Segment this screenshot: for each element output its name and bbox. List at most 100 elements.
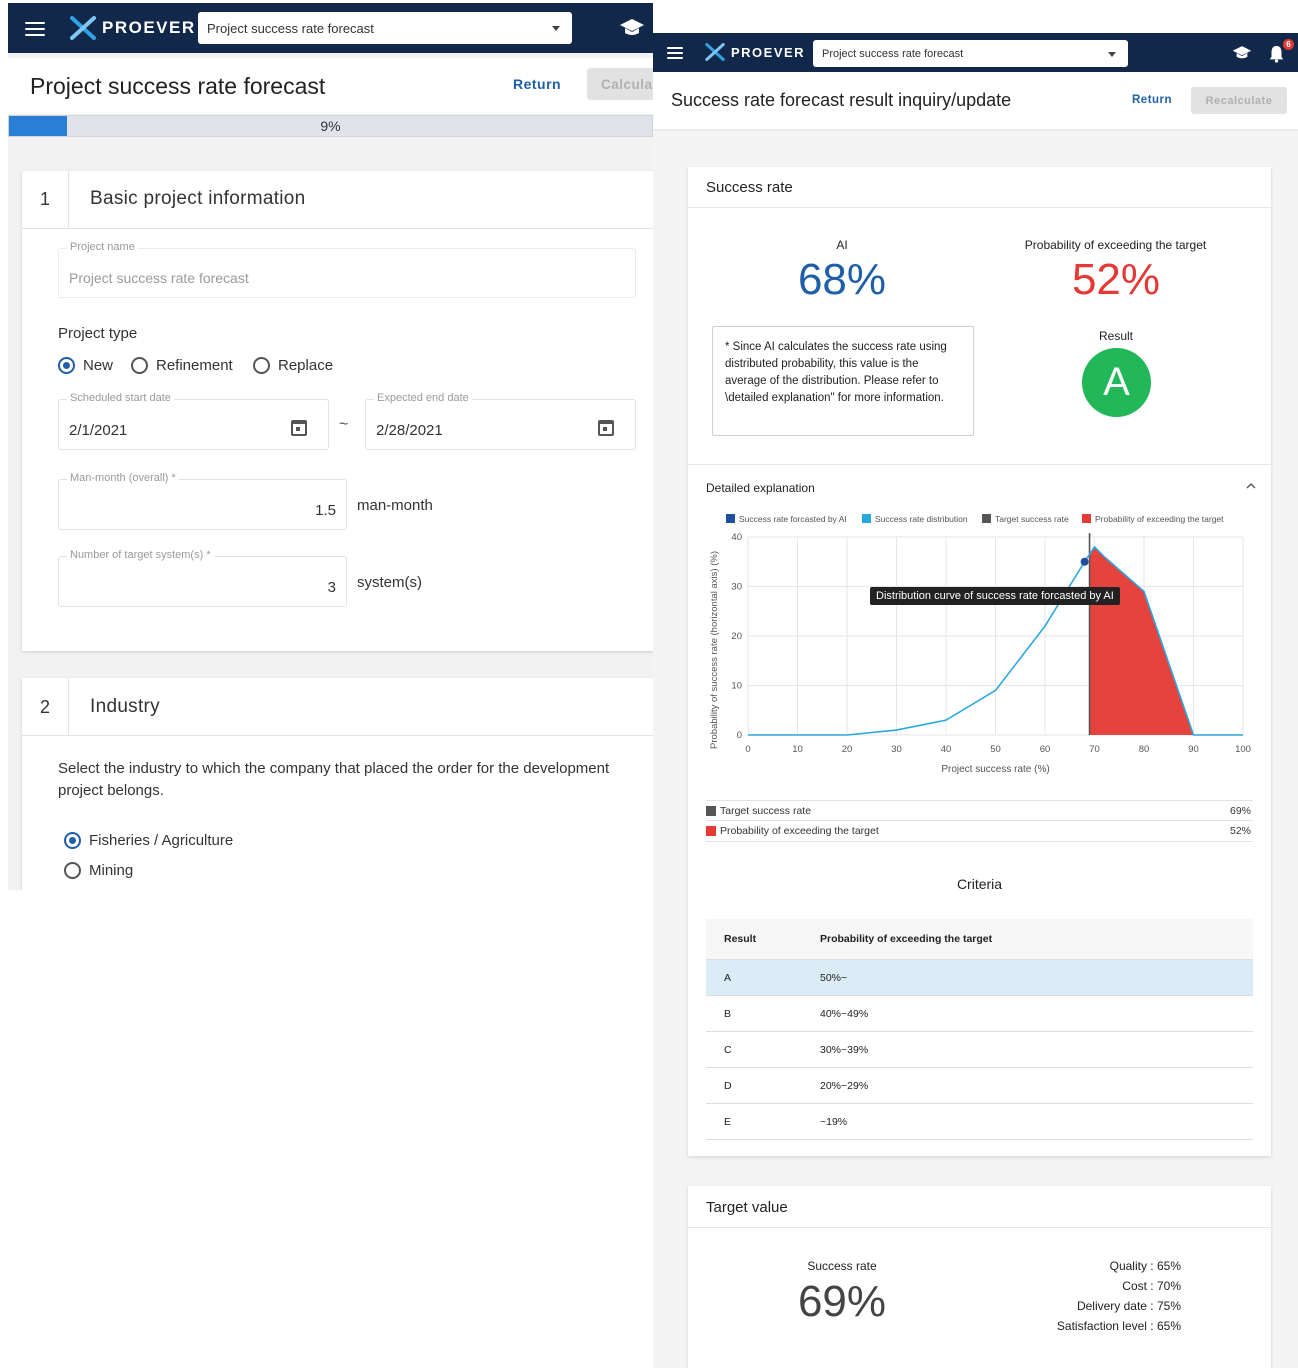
ai-point <box>1080 557 1089 566</box>
bell-icon[interactable] <box>1269 44 1284 63</box>
criteria-title: Criteria <box>956 876 1003 892</box>
x-tick-label: 60 <box>1040 744 1051 755</box>
basic-info-card: 1 Basic project information Project name… <box>22 171 653 651</box>
calendar-icon[interactable] <box>291 420 307 436</box>
radio-new[interactable]: New <box>58 357 113 374</box>
project-name-value: Project success rate forecast <box>69 270 249 286</box>
man-month-field[interactable]: Man-month (overall) * 1.5 <box>58 472 347 530</box>
table-row[interactable]: E ~19% <box>706 1104 1253 1140</box>
radio-replace-label: Replace <box>278 357 334 374</box>
y-tick-label: 40 <box>731 532 742 543</box>
menu-icon[interactable] <box>667 47 683 59</box>
project-select[interactable]: Project success rate forecast <box>813 40 1128 67</box>
brand-name: PROEVER <box>731 44 806 60</box>
chevron-down-icon <box>552 26 560 31</box>
section-title: Basic project information <box>90 188 306 209</box>
chart-legend: Success rate forcasted by AI Success rate… <box>726 514 1224 524</box>
x-axis-label: Project success rate (%) <box>941 764 1049 775</box>
calendar-icon[interactable] <box>598 420 614 436</box>
breakdown-satisfaction: Satisfaction level : 65% <box>1056 1319 1181 1333</box>
x-tick-label: 80 <box>1139 744 1150 755</box>
legend-label: Target success rate <box>995 514 1069 524</box>
prob-label: Probability of exceeding the target <box>1024 238 1207 252</box>
table-header-row: Result Probability of exceeding the targ… <box>706 919 1253 960</box>
legend-swatch <box>1082 514 1091 523</box>
project-name-field[interactable]: Project name Project success rate foreca… <box>58 241 636 298</box>
man-month-value: 1.5 <box>315 502 336 519</box>
end-date-field[interactable]: Expected end date 2/28/2021 <box>365 392 636 450</box>
calculate-button[interactable]: Calculate <box>587 68 653 100</box>
radio-refinement[interactable]: Refinement <box>131 357 233 374</box>
systems-field[interactable]: Number of target system(s) * 3 <box>58 549 347 607</box>
top-bar: PROEVER Project success rate forecast 6 <box>653 33 1298 72</box>
y-tick-label: 30 <box>731 582 742 593</box>
x-tick-label: 90 <box>1188 744 1199 755</box>
step-divider <box>68 678 69 735</box>
proever-x-icon <box>705 43 725 61</box>
brand-logo[interactable]: PROEVER <box>705 43 805 61</box>
success-rate-chart: Success rate forcasted by AI Success rate… <box>709 514 1251 775</box>
result-label: Result <box>1098 329 1133 343</box>
return-button[interactable]: Return <box>1132 94 1172 106</box>
industry-description: Select the industry to which the company… <box>58 760 610 799</box>
section-divider <box>22 228 653 229</box>
menu-icon[interactable] <box>25 22 45 36</box>
prob-value: 52% <box>1071 255 1161 304</box>
header-probability: Probability of exceeding the target <box>820 933 993 945</box>
legend-swatch <box>726 514 735 523</box>
summary-row-probability: Probability of exceeding the target 52% <box>706 821 1253 842</box>
success-rate-card: Success rate AI 68% Probability of excee… <box>688 167 1271 1156</box>
y-axis-label: Probability of success rate (horizontal … <box>709 551 720 749</box>
return-button[interactable]: Return <box>513 76 561 92</box>
radio-fisheries[interactable]: Fisheries / Agriculture <box>64 832 233 849</box>
man-month-label: Man-month (overall) * <box>67 472 179 484</box>
step-divider <box>68 171 69 228</box>
table-row[interactable]: A 50%~ <box>706 960 1253 996</box>
project-name-label: Project name <box>67 241 138 253</box>
chart-tooltip: Distribution curve of success rate forca… <box>870 587 1120 605</box>
criteria-table: Result Probability of exceeding the targ… <box>706 919 1253 1140</box>
graduation-cap-icon[interactable] <box>619 18 645 38</box>
start-date-field[interactable]: Scheduled start date 2/1/2021 <box>58 392 329 450</box>
systems-label: Number of target system(s) * <box>67 549 214 561</box>
radio-replace[interactable]: Replace <box>253 357 333 374</box>
x-tick-label: 100 <box>1235 744 1251 755</box>
project-select-value: Project success rate forecast <box>207 20 374 36</box>
date-range-tilde: ~ <box>339 416 349 433</box>
x-tick-label: 40 <box>941 744 952 755</box>
radio-checked-icon <box>58 357 75 374</box>
notification-badge: 6 <box>1283 39 1294 50</box>
breakdown-delivery: Delivery date : 75% <box>1076 1299 1181 1313</box>
industry-card: 2 Industry Select the industry to which … <box>22 678 653 890</box>
left-window: PROEVER Project success rate forecast 6 … <box>8 3 653 890</box>
progress-bar: 9% <box>8 115 653 137</box>
breakdown-cost: Cost : 70% <box>1122 1279 1181 1293</box>
table-row[interactable]: D 20%~29% <box>706 1068 1253 1104</box>
graduation-cap-icon[interactable] <box>1232 45 1252 61</box>
chevron-up-icon[interactable] <box>1246 482 1256 490</box>
systems-unit: system(s) <box>357 574 422 591</box>
ai-value: 68% <box>797 255 887 304</box>
card-divider <box>688 464 1271 465</box>
project-select[interactable]: Project success rate forecast <box>198 12 572 44</box>
table-row[interactable]: B 40%~49% <box>706 996 1253 1032</box>
project-select-value: Project success rate forecast <box>822 47 964 60</box>
legend-label: Success rate forcasted by AI <box>739 514 847 524</box>
top-bar: PROEVER Project success rate forecast 6 <box>8 3 653 53</box>
recalculate-button[interactable]: Recalculate <box>1191 87 1287 114</box>
radio-mining-label: Mining <box>89 862 134 879</box>
detail-title: Detailed explanation <box>706 481 815 495</box>
x-tick-label: 20 <box>842 744 853 755</box>
radio-mining[interactable]: Mining <box>64 862 133 879</box>
y-tick-label: 20 <box>731 631 742 642</box>
section-divider <box>22 735 653 736</box>
page-header: Success rate forecast result inquiry/upd… <box>653 72 1298 129</box>
page-header: Project success rate forecast Return Cal… <box>8 58 653 114</box>
result-grade-badge: A <box>1082 348 1151 417</box>
table-row[interactable]: C 30%~39% <box>706 1032 1253 1068</box>
radio-new-label: New <box>83 357 114 374</box>
step-number: 1 <box>39 189 50 209</box>
systems-value: 3 <box>327 579 336 596</box>
brand-logo[interactable]: PROEVER <box>70 16 196 40</box>
man-month-unit: man-month <box>357 497 433 514</box>
